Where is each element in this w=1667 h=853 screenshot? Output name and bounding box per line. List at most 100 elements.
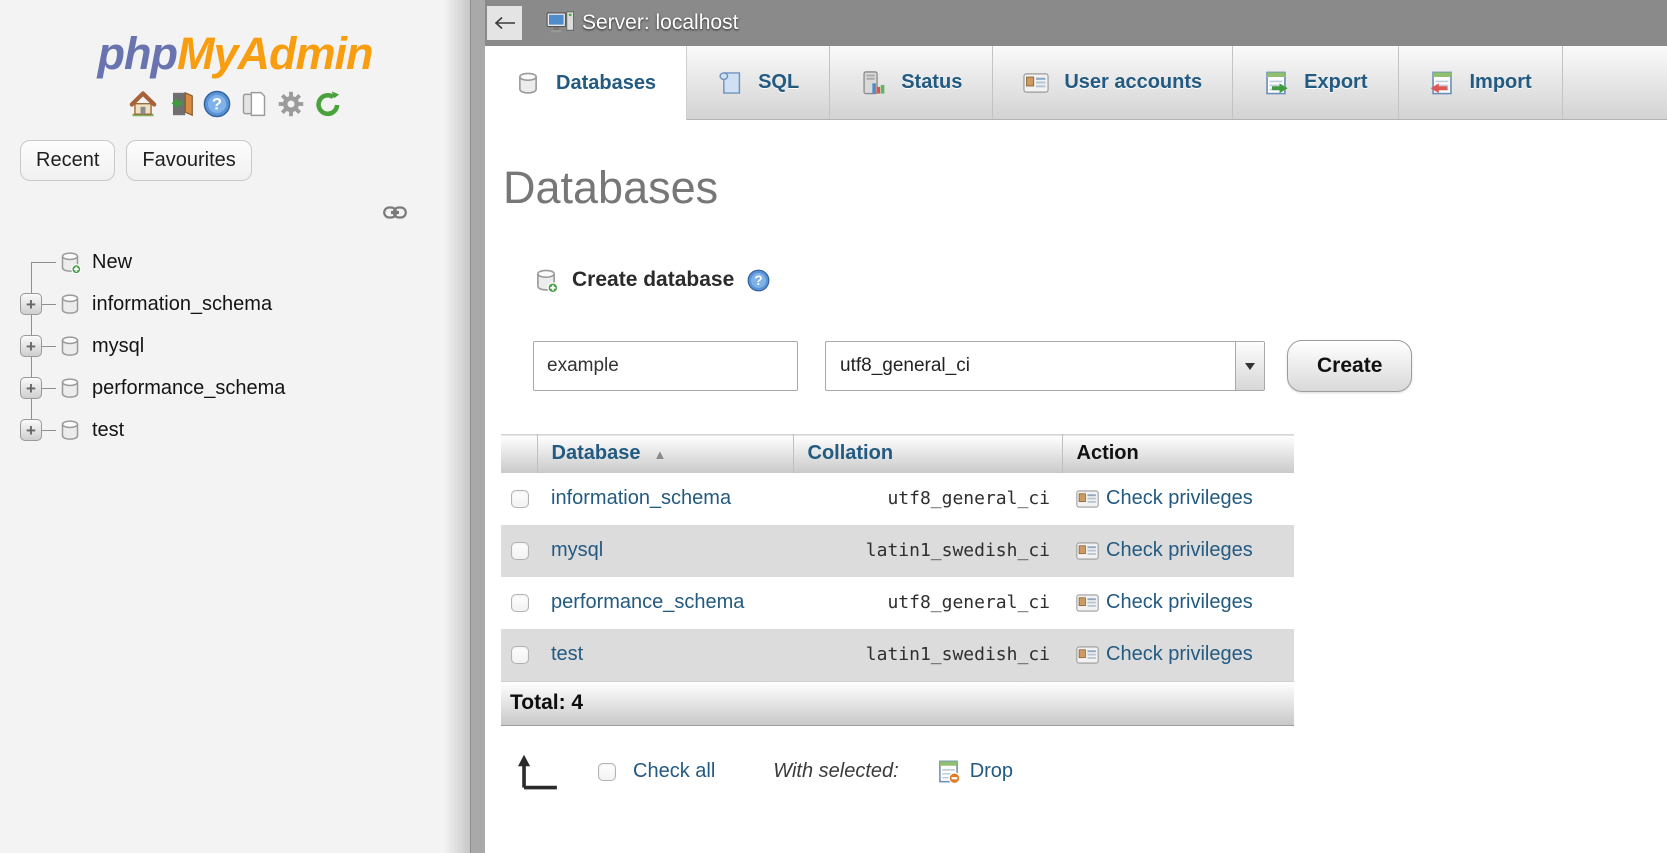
sort-ascending-icon: ▲ [653,447,667,463]
back-arrow-icon [494,16,515,30]
databases-table: Database ▲ Collation Action information_s… [501,434,1294,681]
server-icon [546,11,575,33]
documentation-icon[interactable] [240,90,268,118]
favourites-button[interactable]: Favourites [126,140,252,181]
tab-label: Databases [556,71,657,94]
tree-branch-line [42,304,56,305]
database-new-icon [533,267,559,293]
drop-action[interactable]: Drop [936,759,1013,784]
back-button[interactable] [487,6,522,40]
check-all-checkbox[interactable] [598,762,616,781]
svg-text:?: ? [755,273,763,288]
link-with-main-panel-icon[interactable] [383,205,407,225]
expand-icon[interactable]: + [20,293,42,315]
logout-icon[interactable] [166,90,194,118]
home-icon[interactable] [129,90,157,118]
settings-icon[interactable] [277,90,305,118]
database-icon [61,336,79,356]
main-panel: Server: localhost Databases SQL Status U… [485,0,1667,853]
database-tree: New + information_schema + mysql + perfo… [18,241,470,451]
tree-item-performance-schema[interactable]: + performance_schema [18,367,470,409]
phpmyadmin-logo[interactable]: phpMyAdmin [0,28,470,80]
row-checkbox[interactable] [511,645,529,664]
table-header-row: Database ▲ Collation Action [501,434,1294,473]
help-icon[interactable]: ? [747,269,770,292]
tab-status[interactable]: Status [830,46,994,119]
total-label: Total: 4 [510,691,584,714]
expand-icon[interactable]: + [20,377,42,399]
expand-icon[interactable]: + [20,335,42,357]
check-privileges-icon [1076,489,1099,508]
select-rows-marker-icon [517,754,557,789]
breadcrumb[interactable]: Server: localhost [546,10,738,36]
server-breadcrumb-bar: Server: localhost [485,0,1667,46]
tree-item-label[interactable]: performance_schema [92,377,285,400]
tree-branch-line [42,346,56,347]
expand-icon[interactable]: + [20,419,42,441]
table-footer-controls: Check all With selected: Drop [515,753,1667,791]
row-checkbox[interactable] [511,541,529,560]
refresh-icon[interactable] [314,90,342,118]
header-database[interactable]: Database ▲ [537,434,794,473]
database-name-input[interactable] [533,341,798,391]
check-privileges-link[interactable]: Check privileges [1106,591,1253,614]
tab-label: Import [1469,71,1532,93]
tab-import[interactable]: Import [1399,46,1563,119]
link-row [0,205,470,225]
tab-user-accounts[interactable]: User accounts [993,46,1234,119]
tree-item-test[interactable]: + test [18,409,470,451]
row-checkbox[interactable] [511,593,529,612]
create-database-section: Create database ? [533,267,1667,293]
create-button[interactable]: Create [1287,340,1413,392]
database-link[interactable]: mysql [551,539,603,561]
table-row: information_schema utf8_general_ci Check… [501,473,1294,525]
tree-branch-line [32,262,56,263]
user-accounts-icon [1023,72,1049,93]
collation-value: latin1_swedish_ci [865,644,1050,665]
help-icon[interactable]: ? [203,90,231,118]
check-privileges-link[interactable]: Check privileges [1106,487,1253,510]
tree-branch-line [42,388,56,389]
tab-sql[interactable]: SQL [687,46,831,119]
tab-export[interactable]: Export [1233,46,1399,119]
header-action: Action [1062,434,1294,473]
table-row: performance_schema utf8_general_ci Check… [501,577,1294,629]
header-collation[interactable]: Collation [793,434,1063,473]
recent-button[interactable]: Recent [20,140,116,181]
database-link[interactable]: information_schema [551,487,731,509]
navigation-sidebar: phpMyAdmin ? Recent Favourites New + inf… [0,0,470,853]
tree-item-mysql[interactable]: + mysql [18,325,470,367]
row-checkbox[interactable] [511,489,529,508]
tree-item-new[interactable]: New [18,241,470,283]
check-all-link[interactable]: Check all [633,760,715,783]
tree-branch-line [42,430,56,431]
database-icon [61,378,79,398]
check-privileges-link[interactable]: Check privileges [1106,539,1253,562]
export-icon [1266,71,1288,94]
server-breadcrumb-label[interactable]: Server: localhost [582,11,738,35]
panel-divider [470,0,485,853]
drop-link-label[interactable]: Drop [970,760,1013,783]
database-icon [519,72,537,94]
tab-label: Status [901,71,963,93]
collation-selected-value: utf8_general_ci [840,355,970,376]
logo-myadmin-text: MyAdmin [176,28,373,79]
status-icon [863,70,885,94]
page-title: Databases [503,162,719,213]
database-link[interactable]: test [551,643,583,665]
tree-item-information-schema[interactable]: + information_schema [18,283,470,325]
tab-label: User accounts [1064,71,1203,93]
tree-item-label[interactable]: information_schema [92,293,272,316]
collation-select[interactable]: utf8_general_ci [825,341,1265,391]
header-checkbox-column [501,434,538,473]
tree-item-label[interactable]: New [92,251,132,274]
check-privileges-icon [1076,645,1099,664]
svg-text:?: ? [211,95,221,114]
select-dropdown-button[interactable] [1235,342,1264,390]
page-content: Databases Create database ? utf8_general… [485,120,1667,853]
database-link[interactable]: performance_schema [551,591,744,613]
tree-item-label[interactable]: mysql [92,335,144,358]
tree-item-label[interactable]: test [92,419,124,442]
tab-databases[interactable]: Databases [485,46,688,120]
check-privileges-link[interactable]: Check privileges [1106,643,1253,666]
